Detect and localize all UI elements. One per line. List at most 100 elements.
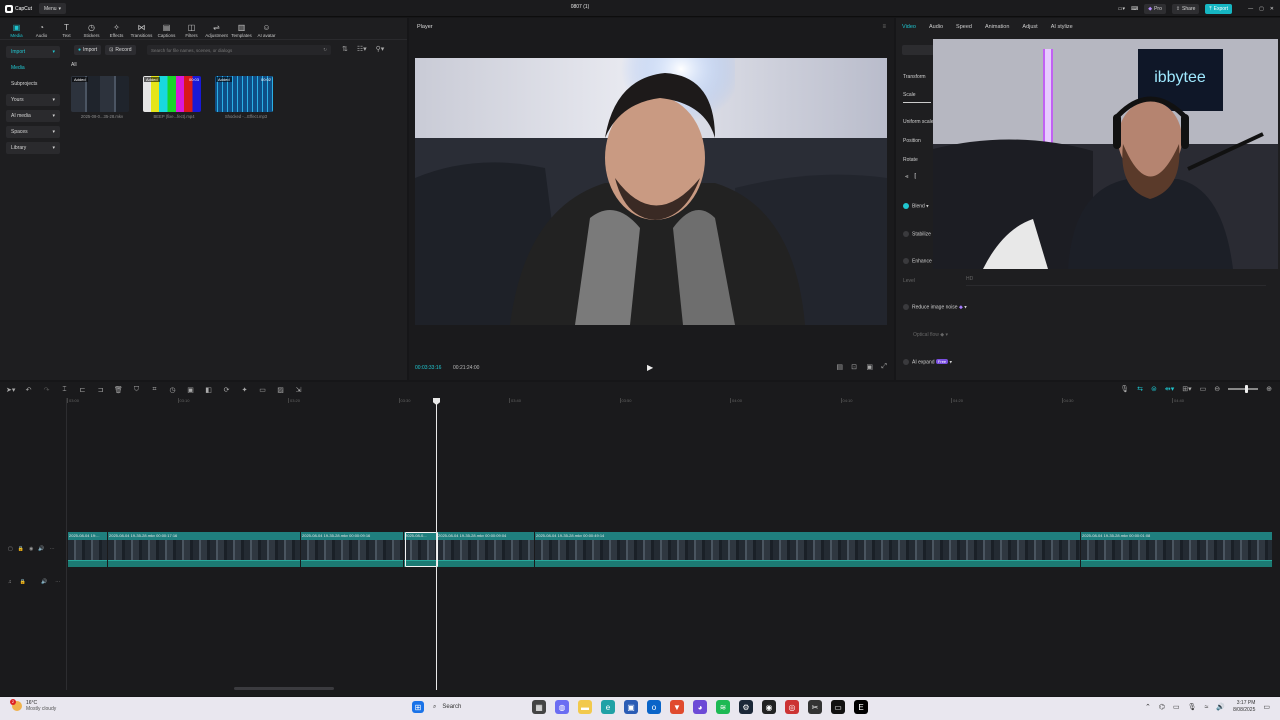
sidebar-item-media[interactable]: Media bbox=[6, 62, 60, 74]
split-icon[interactable]: ⌶ bbox=[60, 386, 69, 394]
brave-icon[interactable]: ▼ bbox=[670, 700, 684, 714]
scale-slider[interactable] bbox=[903, 102, 931, 103]
video-clip[interactable]: 2025-08-04 19-35-28.mkv 00:00:09:04 bbox=[437, 532, 535, 567]
toolbar-effects[interactable]: ✧ Effects bbox=[104, 20, 129, 39]
copilot-icon[interactable]: ◍ bbox=[555, 700, 569, 714]
rotate-icon[interactable]: ⟳ bbox=[222, 386, 231, 394]
lock-icon[interactable]: 🔒 bbox=[20, 579, 26, 585]
media-thumbnail[interactable]: Added 00:02 bbox=[215, 76, 273, 112]
media-thumbnail[interactable]: Added bbox=[71, 76, 129, 112]
refresh-icon[interactable]: ↻ bbox=[323, 47, 327, 53]
speaker-icon[interactable]: 🔊 bbox=[38, 546, 44, 552]
tab-audio[interactable]: Audio bbox=[929, 24, 943, 30]
weather-widget[interactable]: 2 16°C Mostly cloudy bbox=[10, 699, 56, 712]
sidebar-item-subprojects[interactable]: Subprojects bbox=[6, 78, 60, 90]
toolbar-text[interactable]: T Text bbox=[54, 20, 79, 39]
notifications-icon[interactable]: ▭ bbox=[1263, 703, 1270, 711]
reduce-noise-toggle[interactable] bbox=[903, 304, 909, 310]
fit-timeline-icon[interactable]: ▭ bbox=[1200, 385, 1207, 393]
fullscreen-icon[interactable]: ⤢ bbox=[881, 363, 887, 371]
wifi-icon[interactable]: ≈ bbox=[1205, 704, 1209, 711]
lock-icon[interactable]: 🔒 bbox=[18, 546, 24, 552]
quality-icon[interactable]: ▣ bbox=[866, 363, 873, 371]
filter-all[interactable]: All bbox=[71, 62, 77, 68]
crop-icon[interactable]: ⌗ bbox=[150, 386, 159, 394]
level-select[interactable]: HD bbox=[966, 276, 1266, 286]
shortcut-icon[interactable]: ⌨ bbox=[1131, 6, 1138, 12]
blend-row[interactable]: Blend ▾ bbox=[903, 203, 929, 209]
spotify-icon[interactable]: ≋ bbox=[716, 700, 730, 714]
zoom-slider[interactable] bbox=[1228, 385, 1259, 393]
blend-toggle[interactable] bbox=[903, 203, 909, 209]
speaker-icon[interactable]: 🔊 bbox=[41, 579, 47, 585]
tab-video[interactable]: Video bbox=[902, 24, 916, 30]
zoom-out-icon[interactable]: ⊖ bbox=[1214, 385, 1220, 393]
export-button[interactable]: ⤒ Export bbox=[1205, 3, 1233, 14]
windows-start-icon[interactable]: ⊞ bbox=[412, 701, 424, 713]
video-clip[interactable]: 2025-08-04 19-35-28.mkv 00:00:01:08 bbox=[1081, 532, 1273, 567]
sidebar-item-import[interactable]: Import ▾ bbox=[6, 46, 60, 58]
auto-reframe-icon[interactable]: ⇲ bbox=[294, 386, 303, 394]
freeze-icon[interactable]: ▣ bbox=[186, 386, 195, 394]
video-clip[interactable]: 2025-08-04 19-35-28.mkv 00:00:49:14 bbox=[535, 532, 1081, 567]
media-item[interactable]: Added 00:03 BEEP (fixe...fect).mp4 bbox=[143, 76, 205, 119]
share-button[interactable]: ⇪ Share bbox=[1171, 3, 1200, 14]
eye-icon[interactable]: ◉ bbox=[29, 546, 33, 552]
capcut-taskbar-icon[interactable]: ✂ bbox=[808, 700, 822, 714]
menu-button[interactable]: Menu ▾ bbox=[39, 3, 67, 14]
obs-icon[interactable]: ◉ bbox=[762, 700, 776, 714]
tab-adjust[interactable]: Adjust bbox=[1022, 24, 1037, 30]
file-explorer-icon[interactable]: ▬ bbox=[578, 700, 592, 714]
main-video-track[interactable]: 2025-08-04 19:... 2025-08-04 19-35-28.mkv… bbox=[68, 532, 1273, 567]
speed-icon[interactable]: ◷ bbox=[168, 386, 177, 394]
volume-icon[interactable]: 🔊 bbox=[1216, 703, 1225, 711]
redo-icon[interactable]: ↷ bbox=[42, 386, 51, 394]
caption-icon[interactable]: ▭ bbox=[258, 386, 267, 394]
audio-track-icon[interactable]: ♫ bbox=[8, 579, 12, 585]
more-icon[interactable]: ⋯ bbox=[50, 546, 55, 552]
toolbar-filters[interactable]: ◫ Filters bbox=[179, 20, 204, 39]
player-video[interactable] bbox=[415, 58, 887, 325]
pro-button[interactable]: ◆ Pro bbox=[1144, 3, 1166, 14]
terminal-icon[interactable]: ▭ bbox=[831, 700, 845, 714]
toolbar-audio[interactable]: ◔ Audio bbox=[29, 20, 54, 39]
timeline-ruler[interactable]: 03:00 03:10 03:20 03:30 03:40 03:50 04:00 04:10… bbox=[67, 398, 1280, 408]
more-icon[interactable]: ⋯ bbox=[55, 579, 60, 585]
media-thumbnail[interactable]: Added 00:03 bbox=[143, 76, 201, 112]
zoom-in-icon[interactable]: ⊕ bbox=[1266, 385, 1272, 393]
align-center-icon[interactable]: ⫿ bbox=[914, 174, 916, 181]
zoom-slider-handle[interactable] bbox=[1245, 385, 1249, 393]
mirror-icon[interactable]: ◧ bbox=[204, 386, 213, 394]
epic-games-icon[interactable]: E bbox=[854, 700, 868, 714]
outlook-icon[interactable]: o bbox=[647, 700, 661, 714]
stabilize-toggle[interactable] bbox=[903, 231, 909, 237]
network-icon[interactable]: ⌬ bbox=[1159, 703, 1165, 711]
player-menu-icon[interactable]: ≡ bbox=[882, 24, 886, 30]
video-clip[interactable]: 2025-08-04 19-35-28.mkv 00:00:09:16 bbox=[301, 532, 404, 567]
maximize-icon[interactable]: ▢ bbox=[1259, 6, 1264, 12]
toolbar-captions[interactable]: ▤ Captions bbox=[154, 20, 179, 39]
snap-icon[interactable]: ⊞▾ bbox=[1182, 385, 1191, 393]
sort-icon[interactable]: ⇅ bbox=[342, 45, 348, 53]
clock[interactable]: 3:17 PM 8/08/2025 bbox=[1233, 700, 1255, 714]
search-input[interactable]: Search for file names, scenes, or dialog… bbox=[151, 48, 232, 53]
delete-icon[interactable]: 🗑 bbox=[114, 386, 123, 394]
select-tool-icon[interactable]: ➤▾ bbox=[6, 386, 15, 394]
ai-expand-row[interactable]: AI expand Free ▾ bbox=[903, 359, 952, 365]
enhance-toggle[interactable] bbox=[903, 258, 909, 264]
selected-clip-outline[interactable] bbox=[405, 532, 438, 567]
timeline-scrollbar[interactable] bbox=[234, 687, 334, 690]
toolbar-adjustment[interactable]: ⇌ Adjustment bbox=[204, 20, 229, 39]
discord-icon[interactable]: ◕ bbox=[693, 700, 707, 714]
minimize-icon[interactable]: — bbox=[1248, 6, 1253, 12]
microphone-icon[interactable]: 🎙 bbox=[1188, 703, 1197, 711]
sidebar-item-yours[interactable]: Yours ▾ bbox=[6, 94, 60, 106]
close-icon[interactable]: ✕ bbox=[1270, 6, 1274, 12]
layout-icon[interactable]: ▭▾ bbox=[1118, 6, 1125, 12]
toolbar-stickers[interactable]: ◷ Stickers bbox=[79, 20, 104, 39]
tab-ai-stylize[interactable]: AI stylize bbox=[1051, 24, 1073, 30]
tab-speed[interactable]: Speed bbox=[956, 24, 972, 30]
import-button[interactable]: ● Import bbox=[74, 45, 102, 55]
edge-icon[interactable]: e bbox=[601, 700, 615, 714]
video-clip[interactable]: 2025-08-04 19-35-28.mkv 00:00:17:16 bbox=[108, 532, 301, 567]
